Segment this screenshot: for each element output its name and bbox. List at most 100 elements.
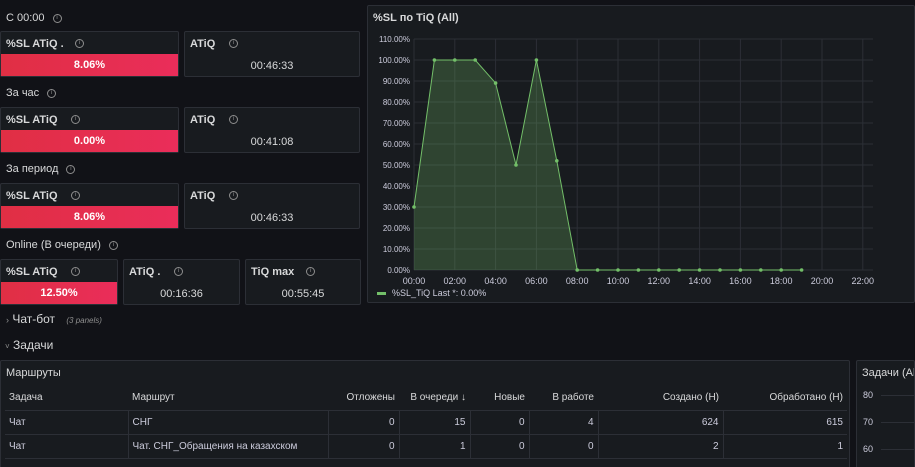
info-icon[interactable]: i	[71, 115, 80, 124]
section-title-last-hour: За час i	[6, 87, 57, 99]
cell-deferred: 0	[327, 410, 399, 435]
info-icon[interactable]: i	[306, 267, 315, 276]
grid-line	[881, 395, 914, 396]
column-header[interactable]: В очереди ↓	[399, 386, 470, 411]
y-tick-label: 40.00%	[383, 182, 410, 191]
data-point[interactable]	[677, 268, 681, 272]
info-icon[interactable]: i	[75, 39, 84, 48]
info-icon[interactable]: i	[71, 267, 80, 276]
panel-title: %SL ATiQ	[6, 266, 58, 278]
sl-tiq-chart: 0.00% 10.00% 20.00% 30.00% 40.00% 50.00% 60.00…	[377, 35, 875, 298]
stat-panel-tiq-max: TiQ max i 00:55:45	[245, 259, 361, 305]
row-chatbot-collapsed[interactable]: › Чат-бот (3 panels)	[6, 312, 102, 326]
info-icon[interactable]: i	[229, 39, 238, 48]
y-tick-label: 70.00%	[383, 119, 410, 128]
x-tick-label: 20:00	[811, 276, 834, 286]
sl-value-bar: 8.06%	[1, 206, 178, 228]
atiq-value: 00:46:33	[250, 212, 294, 224]
y-tick-label: 60.00%	[383, 140, 410, 149]
panel-title: ATiQ .	[129, 266, 161, 278]
column-header[interactable]: Обработано (Н)	[723, 386, 847, 411]
data-point[interactable]	[657, 268, 661, 272]
info-icon[interactable]: i	[66, 164, 76, 174]
cell-in-progress: 4	[528, 410, 598, 435]
data-point[interactable]	[759, 268, 763, 272]
data-point[interactable]	[432, 58, 437, 62]
x-tick-label: 02:00	[444, 276, 467, 286]
data-point[interactable]	[636, 268, 641, 272]
chevron-right-icon: ›	[6, 315, 9, 325]
y-tick-label: 110.00%	[379, 35, 410, 44]
y-tick-label: 30.00%	[383, 203, 410, 212]
panel-title: TiQ max	[251, 266, 295, 278]
info-icon[interactable]: i	[47, 88, 57, 98]
data-point[interactable]	[595, 268, 600, 272]
panel-title: %SL ATiQ	[6, 114, 58, 126]
info-icon[interactable]: i	[229, 115, 238, 124]
column-header[interactable]: В работе	[529, 386, 598, 411]
data-point[interactable]	[697, 268, 702, 272]
column-header[interactable]: Новые	[470, 386, 529, 411]
column-header[interactable]: Задача	[5, 386, 128, 411]
x-tick-label: 18:00	[770, 276, 793, 286]
cell-created: 2	[597, 434, 723, 459]
section-title-period: За период i	[6, 163, 76, 175]
data-point[interactable]	[779, 268, 783, 272]
atiq-value: 00:46:33	[250, 60, 294, 72]
grid-line	[881, 449, 914, 450]
data-point[interactable]	[575, 268, 579, 272]
row-title: Задачи	[13, 338, 54, 352]
data-point[interactable]	[514, 163, 518, 167]
data-point[interactable]	[718, 268, 722, 272]
stat-panel-sl-online: %SL ATiQ i 12.50%	[0, 259, 118, 305]
x-tick-label: 22:00	[852, 276, 875, 286]
y-tick-label: 70	[863, 417, 874, 427]
y-tick-label: 20.00%	[383, 224, 410, 233]
sl-value-bar: 0.00%	[1, 130, 178, 152]
info-icon[interactable]: i	[174, 267, 183, 276]
stat-panel-sl-hour: %SL ATiQ i 0.00%	[0, 107, 179, 153]
info-icon[interactable]: i	[108, 240, 118, 250]
data-point[interactable]	[453, 58, 457, 62]
data-point[interactable]	[412, 205, 416, 209]
data-point[interactable]	[799, 268, 804, 272]
cell-processed: 1	[722, 434, 847, 459]
stat-panel-atiq-period: ATiQ i 00:46:33	[184, 183, 360, 229]
x-tick-label: 16:00	[729, 276, 752, 286]
data-point[interactable]	[493, 81, 498, 85]
panel-title: %SL ATiQ .	[6, 38, 64, 50]
panel-title: %SL ATiQ	[6, 190, 58, 202]
column-header[interactable]: Маршрут	[128, 386, 328, 411]
column-header[interactable]: Отложены	[328, 386, 399, 411]
cell-in-progress: 0	[528, 434, 598, 459]
stat-panel-atiq-today: ATiQ i 00:46:33	[184, 31, 360, 77]
legend-label[interactable]: %SL_TiQ Last *: 0.00%	[392, 288, 486, 298]
row-tasks-expanded[interactable]: ˅ Задачи	[5, 338, 53, 352]
y-tick-label: 60	[863, 444, 874, 454]
data-point[interactable]	[473, 58, 477, 62]
cell-new: 0	[469, 410, 529, 435]
table-row[interactable]: Чат Чат. СНГ_Обращения на казахском 0 1 …	[5, 434, 847, 459]
data-point[interactable]	[555, 159, 559, 163]
y-tick-label: 0.00%	[387, 266, 410, 275]
panel-title: ATiQ	[190, 38, 216, 50]
data-point[interactable]	[534, 58, 539, 62]
data-point[interactable]	[616, 268, 620, 272]
column-header[interactable]: Создано (Н)	[598, 386, 723, 411]
x-tick-label: 04:00	[484, 276, 507, 286]
tasks-side-panel: Задачи (All 80 70 60	[856, 360, 915, 467]
info-icon[interactable]: i	[71, 191, 80, 200]
info-icon[interactable]: i	[52, 13, 62, 23]
table-row[interactable]: Чат СНГ 0 15 0 4 624 615	[5, 410, 847, 435]
data-point[interactable]	[738, 268, 743, 272]
routes-table-panel: Маршруты Задача Маршрут Отложены В очере…	[0, 360, 850, 467]
y-tick-label: 90.00%	[383, 77, 410, 86]
routes-table: Задача Маршрут Отложены В очереди ↓ Новы…	[5, 386, 847, 459]
grid-line	[881, 422, 914, 423]
info-icon[interactable]: i	[229, 191, 238, 200]
x-tick-label: 12:00	[648, 276, 671, 286]
chevron-down-icon: ˅	[5, 342, 10, 351]
cell-task: Чат	[5, 410, 128, 435]
sl-value-bar: 12.50%	[1, 282, 117, 304]
legend-swatch	[377, 292, 386, 295]
